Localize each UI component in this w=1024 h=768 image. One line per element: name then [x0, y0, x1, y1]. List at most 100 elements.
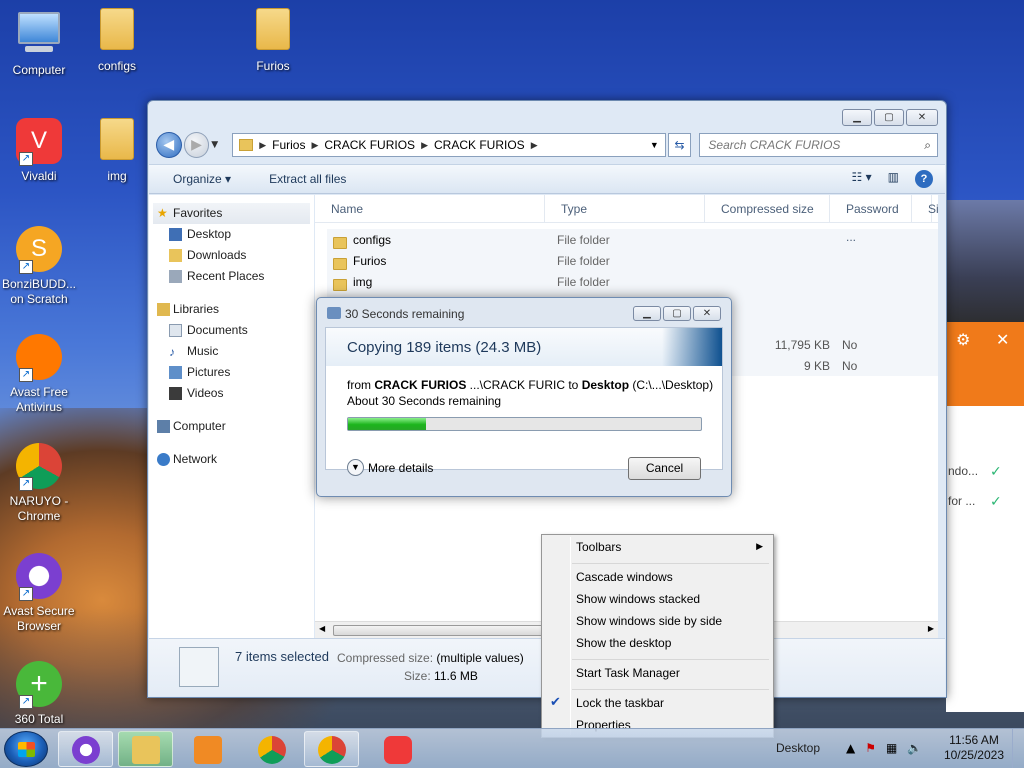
destination-name[interactable]: Desktop	[582, 378, 629, 392]
minimize-button[interactable]: ▁	[633, 306, 661, 321]
preview-pane-icon[interactable]: ▥	[888, 170, 899, 188]
address-row: ◀ ▶ ▼ ▶ Furios ▶ CRACK FURIOS ▶ CRACK FU…	[156, 131, 938, 159]
minimize-button[interactable]: ▁	[842, 109, 872, 126]
nav-videos[interactable]: Videos	[149, 383, 314, 404]
taskbar-chrome-profile[interactable]	[304, 731, 359, 767]
close-button[interactable]: ✕	[906, 109, 938, 126]
menu-item-cascade[interactable]: Cascade windows	[576, 570, 673, 584]
start-button[interactable]	[4, 731, 48, 767]
nav-recent-places[interactable]: Recent Places	[149, 266, 314, 287]
folder-icon	[333, 257, 347, 270]
desktop-icon-bonzibuddy[interactable]: S ↗ BonziBUDD... on Scratch	[0, 226, 78, 307]
menu-item-side-by-side[interactable]: Show windows side by side	[576, 614, 722, 628]
nav-computer[interactable]: Computer	[149, 416, 314, 437]
view-controls: ☷ ▾ ▥ ?	[852, 170, 933, 188]
taskbar-avast-browser[interactable]	[58, 731, 113, 767]
taskbar-media-player[interactable]	[180, 731, 235, 767]
chevron-down-icon: ▼	[347, 459, 364, 476]
menu-item-show-desktop[interactable]: Show the desktop	[576, 636, 671, 650]
nav-pictures[interactable]: Pictures	[149, 362, 314, 383]
view-options-icon[interactable]: ☷ ▾	[852, 170, 872, 188]
nav-label: Favorites	[173, 206, 223, 220]
nav-downloads[interactable]: Downloads	[149, 245, 314, 266]
menu-item-toolbars[interactable]: Toolbars	[576, 540, 621, 554]
menu-item-stacked[interactable]: Show windows stacked	[576, 592, 700, 606]
file-name: configs	[353, 232, 392, 247]
nav-libraries[interactable]: Libraries	[149, 299, 314, 320]
breadcrumb-item[interactable]: Furios	[272, 138, 305, 152]
desktop-icon-naruyo-chrome[interactable]: ↗ NARUYO - Chrome	[0, 443, 78, 524]
desktop-icon-avast-antivirus[interactable]: ↗ Avast Free Antivirus	[0, 334, 78, 415]
desktop-icon-img[interactable]: img	[78, 118, 156, 184]
folder-icon	[93, 118, 141, 166]
nav-desktop[interactable]: Desktop	[149, 224, 314, 245]
breadcrumb-item[interactable]: CRACK FURIOS	[434, 138, 525, 152]
nav-music[interactable]: ♪ Music	[149, 341, 314, 362]
avast-panel: ⚙ ✕ ndo... ✓ for ... ✓	[946, 322, 1024, 712]
folder-icon	[249, 8, 297, 56]
clock[interactable]: 11:56 AM 10/25/2023	[944, 733, 1004, 763]
desktop-toolbar[interactable]: Desktop	[776, 741, 820, 755]
taskbar-explorer[interactable]	[118, 731, 173, 767]
source-name[interactable]: CRACK FURIOS	[374, 378, 466, 392]
to-label: to	[565, 378, 582, 392]
close-icon[interactable]: ✕	[996, 330, 1009, 349]
organize-button[interactable]: Organize ▾	[149, 172, 245, 186]
desktop-icon-configs[interactable]: configs	[78, 8, 156, 74]
desktop-icon-360-total[interactable]: + ↗ 360 Total	[0, 661, 78, 727]
scroll-right-icon[interactable]: ▶	[928, 624, 934, 633]
taskbar-vivaldi[interactable]	[370, 731, 425, 767]
desktop-icon-furios[interactable]: Furios	[234, 8, 312, 74]
desktop-icon-avast-secure-browser[interactable]: ↗ Avast Secure Browser	[0, 553, 78, 634]
submenu-arrow-icon: ▶	[756, 541, 763, 551]
nav-favorites[interactable]: ★ Favorites	[153, 203, 310, 224]
history-dropdown-icon[interactable]: ▼	[211, 140, 218, 150]
network-icon[interactable]: ▦	[886, 741, 897, 755]
dialog-body: Copying 189 items (24.3 MB) from CRACK F…	[325, 327, 723, 470]
shortcut-arrow-icon: ↗	[19, 260, 33, 274]
scroll-left-icon[interactable]: ◀	[319, 624, 325, 633]
size-value: 11.6 MB	[434, 669, 478, 683]
desktop-icon-computer[interactable]: Computer	[0, 8, 78, 78]
column-compressed-size[interactable]: Compressed size	[705, 194, 830, 223]
back-button[interactable]: ◀	[156, 132, 182, 158]
computer-icon	[157, 420, 170, 433]
column-type[interactable]: Type	[545, 194, 705, 223]
maximize-button[interactable]: ▢	[874, 109, 904, 126]
search-icon: ⌕	[924, 137, 931, 152]
file-row[interactable]: Furios File folder	[327, 250, 938, 271]
refresh-button[interactable]: ⇆	[667, 133, 692, 157]
scratch-icon: S ↗	[15, 226, 63, 274]
more-details-button[interactable]: ▼ More details	[347, 459, 433, 476]
shortcut-arrow-icon: ↗	[19, 477, 33, 491]
gear-icon[interactable]: ⚙	[956, 330, 970, 349]
extract-all-button[interactable]: Extract all files	[245, 172, 360, 186]
action-center-icon[interactable]: ⚑	[865, 741, 876, 755]
help-icon[interactable]: ?	[915, 170, 933, 188]
cancel-button[interactable]: Cancel	[628, 457, 701, 480]
menu-item-task-manager[interactable]: Start Task Manager	[576, 666, 680, 680]
forward-button[interactable]: ▶	[183, 132, 210, 158]
column-password[interactable]: Password ...	[830, 194, 912, 244]
breadcrumb-item[interactable]: CRACK FURIOS	[324, 138, 415, 152]
taskbar-chrome[interactable]	[244, 731, 299, 767]
desktop-icon-label: 360 Total	[14, 712, 64, 726]
address-bar[interactable]: ▶ Furios ▶ CRACK FURIOS ▶ CRACK FURIOS ▶…	[232, 133, 666, 157]
menu-item-lock-taskbar[interactable]: Lock the taskbar	[576, 696, 664, 710]
address-dropdown-icon[interactable]: ▼	[650, 140, 659, 150]
column-name[interactable]: Name	[315, 194, 545, 223]
nav-documents[interactable]: Documents	[149, 320, 314, 341]
file-type: File folder	[557, 274, 610, 289]
column-size[interactable]: Si	[912, 194, 939, 223]
show-desktop-button[interactable]	[1012, 729, 1024, 768]
show-hidden-icons-icon[interactable]: ▲	[846, 741, 855, 755]
file-row[interactable]: img File folder	[327, 271, 938, 292]
search-input[interactable]: Search CRACK FURIOS ⌕	[699, 133, 938, 157]
desktop-icon-vivaldi[interactable]: V ↗ Vivaldi	[0, 118, 78, 184]
volume-muted-icon[interactable]: 🔈	[907, 741, 922, 755]
maximize-button[interactable]: ▢	[663, 306, 691, 321]
shortcut-arrow-icon: ↗	[19, 587, 33, 601]
compressed-size-value: (multiple values)	[436, 651, 524, 665]
close-button[interactable]: ✕	[693, 306, 721, 321]
nav-network[interactable]: Network	[149, 449, 314, 470]
